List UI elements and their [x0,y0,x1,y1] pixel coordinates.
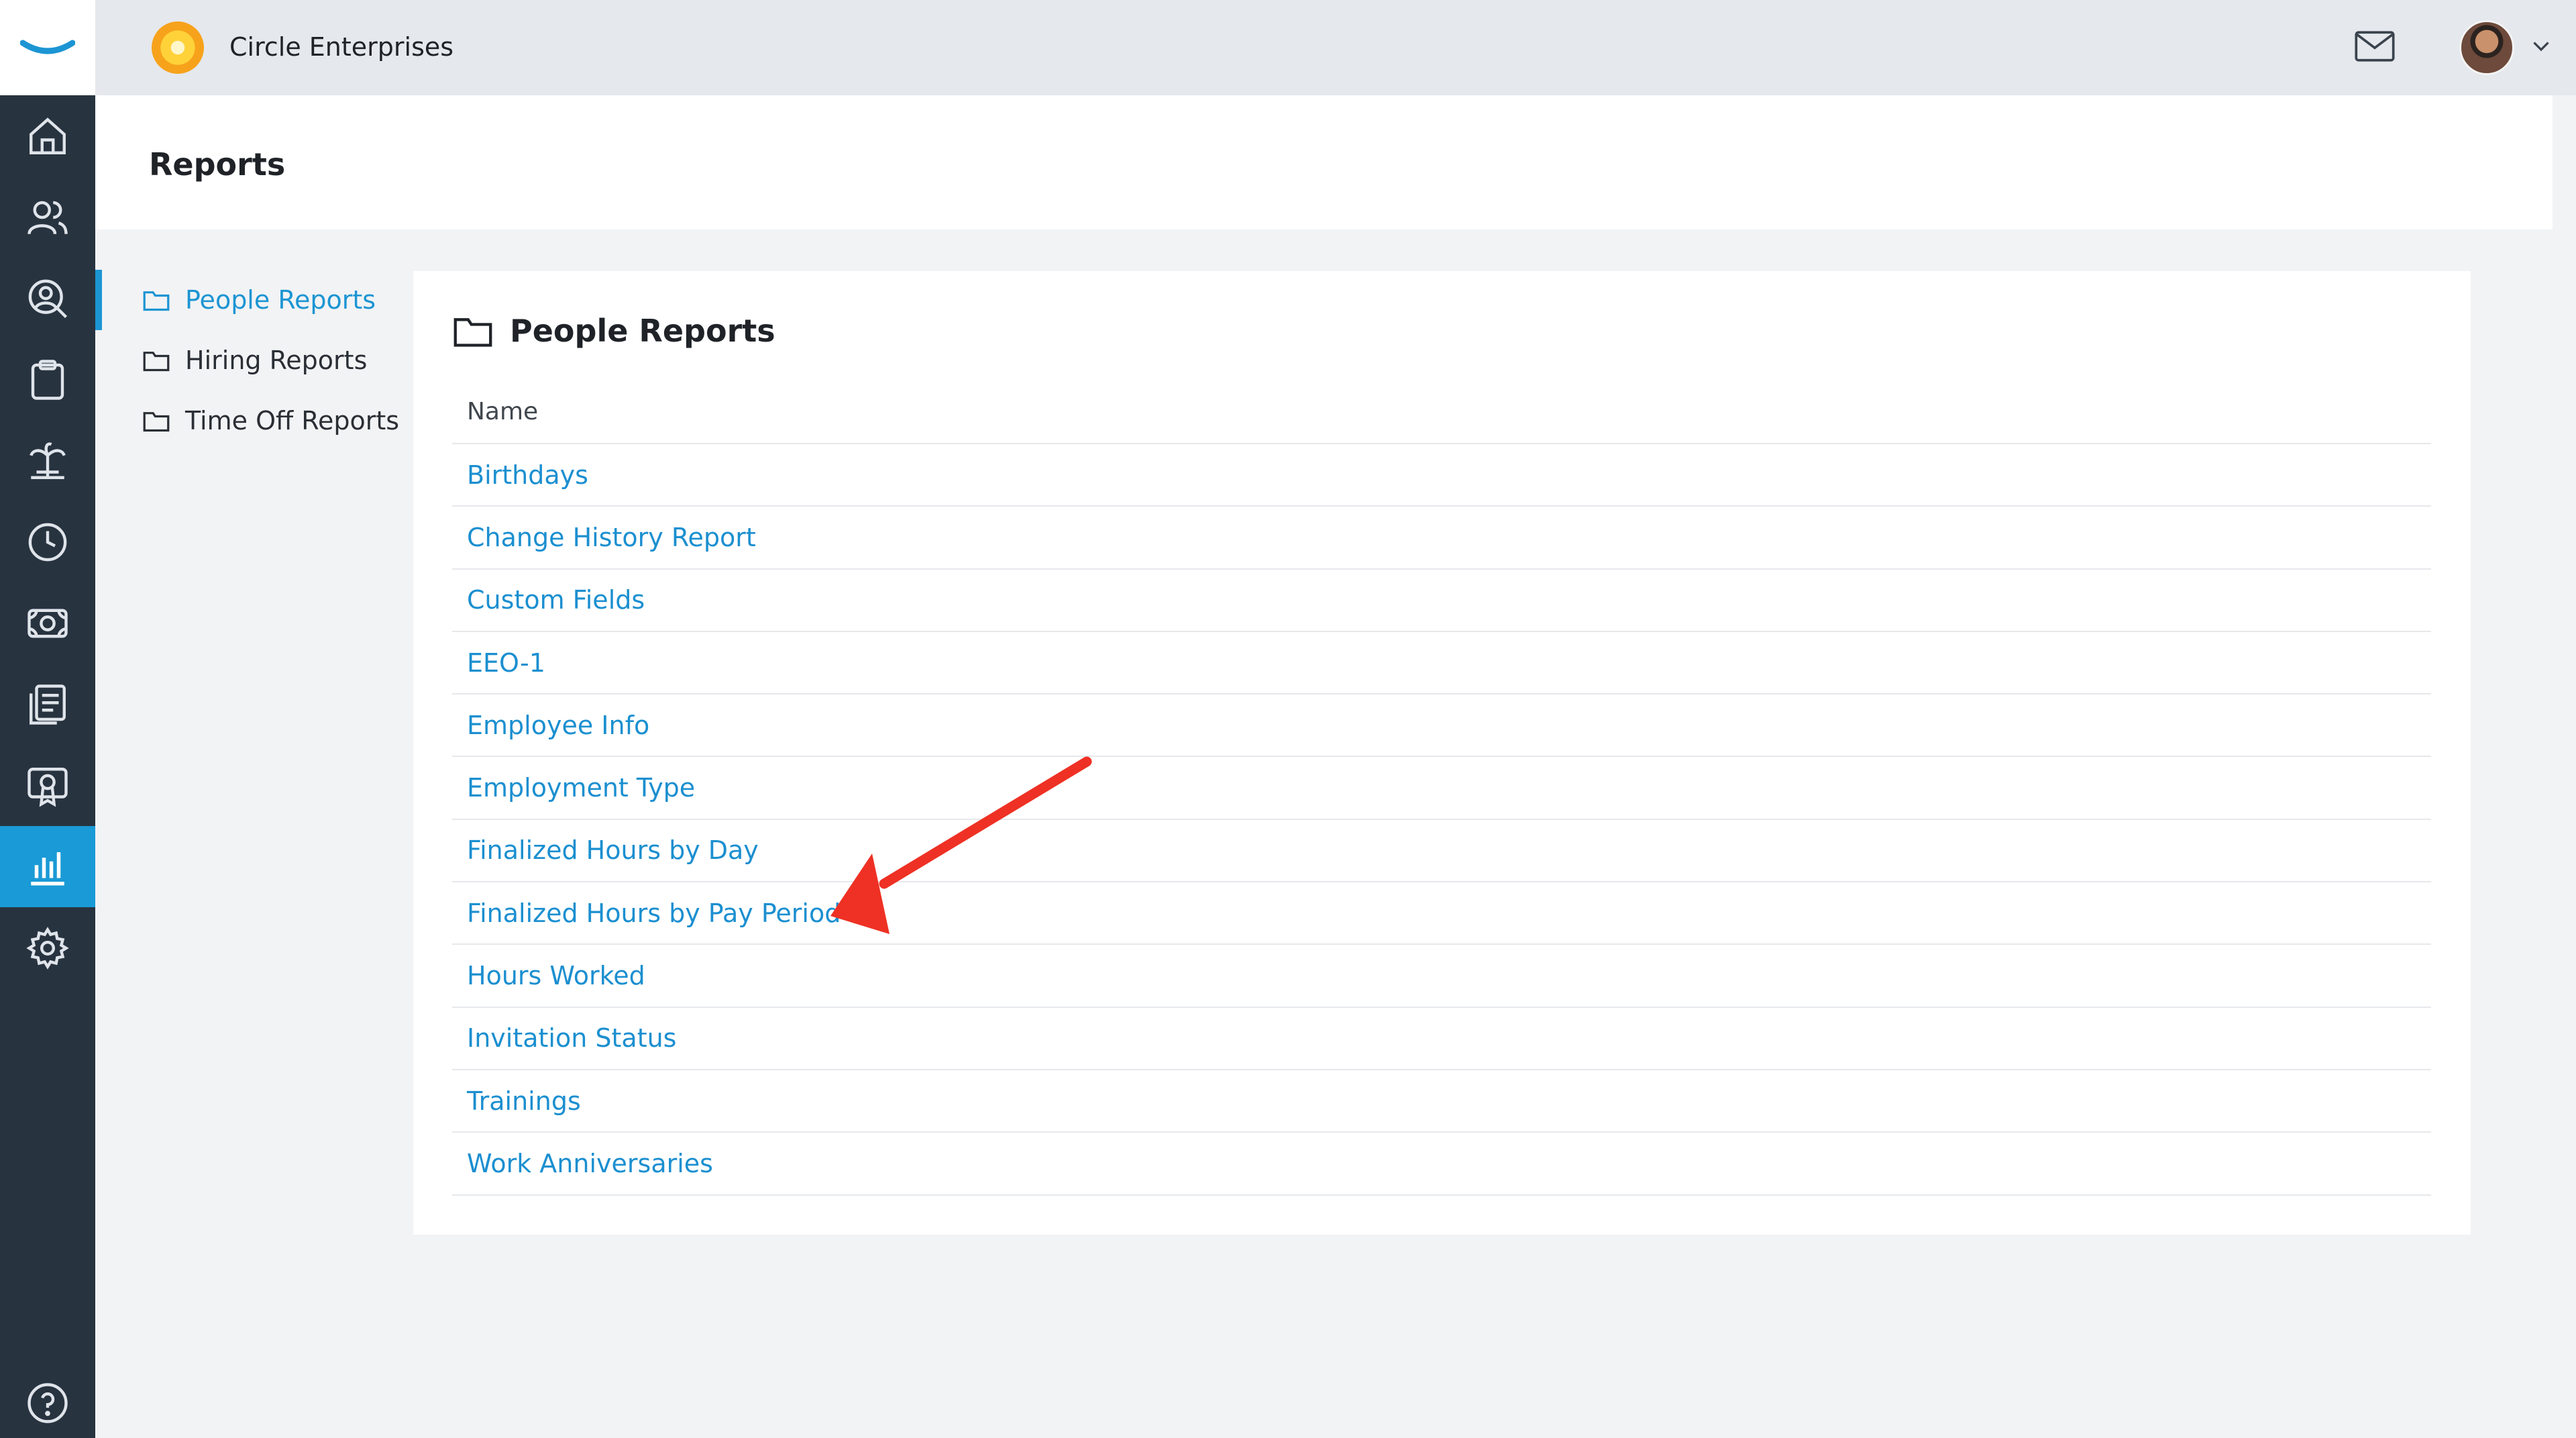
rail-item-reports[interactable] [0,826,95,907]
vacation-icon [30,442,66,479]
report-link-eeo-1[interactable]: EEO-1 [467,648,545,678]
folder-icon [143,412,170,432]
table-row: Custom Fields [452,570,2431,632]
reports-table: Name Birthdays Change History Report Cus… [452,380,2431,1196]
home-icon [30,117,66,154]
report-link-invitation-status[interactable]: Invitation Status [467,1023,676,1053]
nav-item-label: Hiring Reports [185,346,368,375]
left-rail [0,0,95,1438]
user-avatar[interactable] [2459,20,2514,75]
report-link-hours-worked[interactable]: Hours Worked [467,961,645,990]
rail-item-tasks[interactable] [0,339,95,420]
report-link-change-history[interactable]: Change History Report [467,523,756,552]
rail-item-people[interactable] [0,176,95,258]
page-title: Reports [149,146,286,183]
brand-logo[interactable] [0,0,95,95]
documents-icon [30,684,66,725]
folder-icon [453,318,492,347]
reports-chart-icon [31,852,64,885]
report-link-birthdays[interactable]: Birthdays [467,460,588,490]
nav-item-time-off-reports[interactable]: Time Off Reports [95,391,411,451]
report-link-trainings[interactable]: Trainings [467,1086,581,1116]
clipboard-icon [31,359,64,400]
table-row: Employee Info [452,695,2431,758]
report-link-work-anniversaries[interactable]: Work Anniversaries [467,1149,713,1178]
gear-icon [26,926,69,970]
table-row: Finalized Hours by Day [452,820,2431,883]
table-row: Trainings [452,1070,2431,1133]
nav-item-label: Time Off Reports [185,406,400,435]
rail-item-home[interactable] [0,95,95,176]
rail-item-hiring[interactable] [0,258,95,339]
table-row: Work Anniversaries [452,1133,2431,1196]
rail-item-time[interactable] [0,501,95,582]
report-link-finalized-hours-by-day[interactable]: Finalized Hours by Day [467,835,759,865]
rail-item-time-off[interactable] [0,420,95,501]
table-row: Finalized Hours by Pay Period [452,882,2431,945]
report-folder-nav: People Reports Hiring Reports Time Off R… [95,270,411,451]
table-row: EEO-1 [452,632,2431,695]
mail-icon[interactable] [2355,30,2395,63]
brand-smile-icon [20,40,75,54]
rail-item-training[interactable] [0,745,95,826]
table-row: Employment Type [452,757,2431,820]
report-link-custom-fields[interactable]: Custom Fields [467,585,645,615]
rail-item-payroll[interactable] [0,582,95,664]
money-icon [28,609,68,637]
user-search-icon [28,279,68,318]
column-header-name[interactable]: Name [452,380,2431,444]
clock-icon [28,523,67,561]
help-circle-icon[interactable] [25,1381,70,1425]
people-icon [28,201,68,234]
card-header: People Reports [452,313,775,349]
report-link-employment-type[interactable]: Employment Type [467,773,695,803]
app-root: Circle Enterprises Reports People Report… [0,0,2576,1438]
report-link-employee-info[interactable]: Employee Info [467,711,649,740]
table-row: Invitation Status [452,1008,2431,1070]
folder-icon [143,291,170,311]
rail-item-settings[interactable] [0,907,95,988]
folder-icon [143,352,170,372]
reports-card: People Reports Name Birthdays Change His… [413,271,2471,1235]
card-title: People Reports [510,313,775,349]
page-header: Reports [95,95,2553,229]
table-row: Birthdays [452,444,2431,507]
rail-item-documents[interactable] [0,664,95,745]
chevron-down-icon[interactable] [2529,34,2553,58]
table-row: Change History Report [452,507,2431,570]
nav-item-hiring-reports[interactable]: Hiring Reports [95,330,411,391]
nav-item-label: People Reports [185,285,376,315]
table-row: Hours Worked [452,945,2431,1008]
company-name[interactable]: Circle Enterprises [229,32,453,62]
top-bar: Circle Enterprises [95,0,2576,95]
report-link-finalized-hours-by-pay-period[interactable]: Finalized Hours by Pay Period [467,898,841,928]
company-logo [152,21,204,74]
nav-item-people-reports[interactable]: People Reports [95,270,411,330]
certificate-icon [28,767,68,807]
